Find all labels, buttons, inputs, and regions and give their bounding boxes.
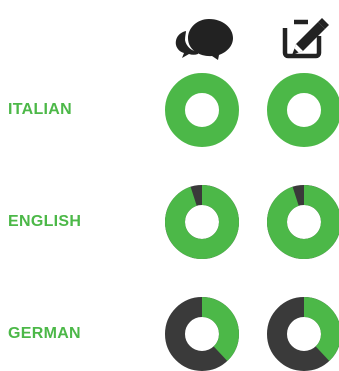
row-label-german: GERMAN [8,325,81,342]
row-label-english: ENGLISH [8,213,82,230]
donut-english-writing-filled [267,185,339,259]
donut-italian-writing-filled [267,73,339,147]
chart-canvas [165,18,339,371]
edit-pencil-icon [280,18,329,59]
donut-italian-speaking-filled [165,73,239,147]
row-label-italian: ITALIAN [8,101,73,118]
donut-german-speaking-filled [201,297,239,361]
language-skills-chart: ITALIAN ENGLISH GERMAN [0,0,339,371]
speech-bubbles-icon [175,19,233,60]
donut-german-writing-filled [303,297,339,361]
donut-english-speaking-filled [165,185,239,259]
